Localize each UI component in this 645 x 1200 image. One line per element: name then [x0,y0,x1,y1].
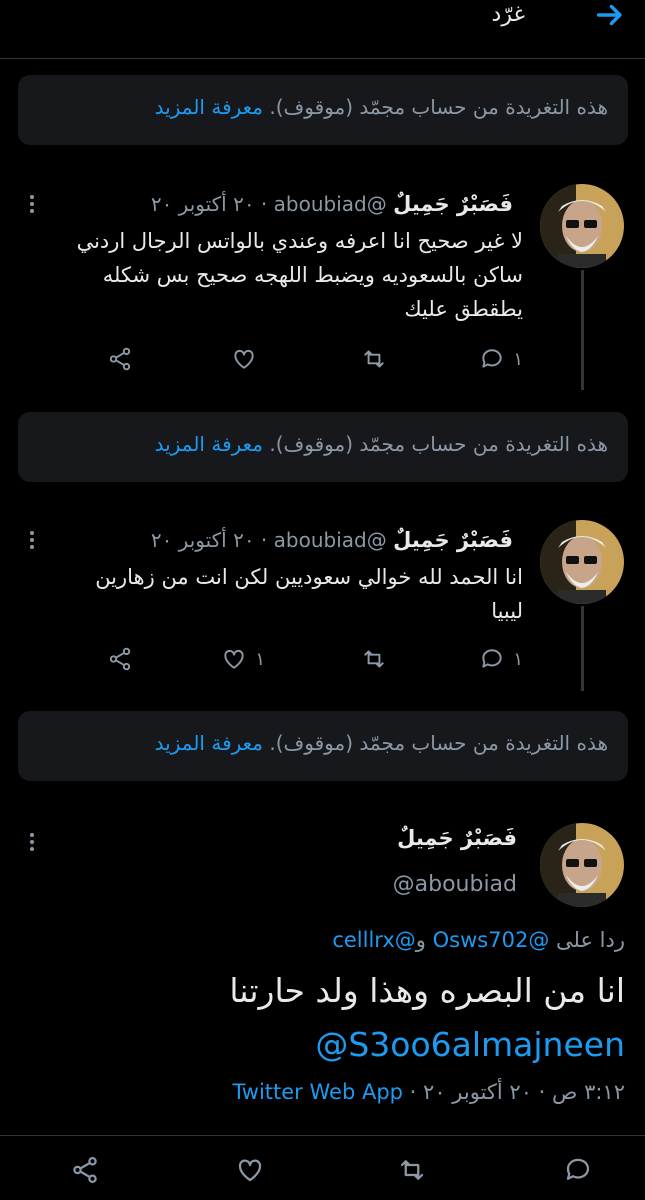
tweet-timestamp: ٣:١٢ ص · ٢٠ أكتوبر ٢٠ · Twitter Web App [232,1080,625,1104]
heart-icon [238,1159,262,1182]
tweet-text: انا الحمد لله خوالي سعوديين لكن انت من ز… [13,560,523,628]
tweet-text: انا من البصره وهذا ولد حارتنا @S3oo6alma… [20,964,625,1072]
retweet-icon [364,350,384,368]
actions-divider [0,1135,645,1136]
reply-count: ١ [513,348,523,370]
header-title: غرّد [491,2,525,27]
reply-tweet[interactable]: فَصَبْرٌ جَمِيلٌ @aboubiad · ٢٠ أكتوبر ٢… [0,498,645,698]
tweet-line: ساكن بالسعوديه ويضبط اللهجه صحيح بس شكله [102,263,523,287]
heart-icon [224,649,244,669]
comment-icon [482,349,502,368]
replying-prefix: ردا على [556,928,625,952]
suspended-notice: هذه التغريدة من حساب مجمّد (موقوف). معرف… [18,75,628,145]
learn-more-link[interactable]: معرفة المزيد [155,731,263,755]
tweet-line: يطقطق عليك [404,297,523,321]
share-icon [109,647,131,671]
heart-icon [234,349,254,369]
avatar[interactable] [540,823,624,907]
tweet-text: لا غير صحيح انا اعرفه وعندي بالواتس الرج… [13,224,523,326]
retweet-button[interactable] [397,1155,427,1185]
display-name[interactable]: فَصَبْرٌ جَمِيلٌ [393,528,513,552]
notice-text: هذه التغريدة من حساب مجمّد (موقوف). [269,731,608,755]
separator-dot: · [409,1080,417,1104]
reply-button[interactable]: ١ [479,346,523,372]
separator-dot: · [260,528,268,552]
share-button[interactable] [107,646,133,672]
header-bar: غرّد [0,0,645,58]
notice-text-wrap: هذه التغريدة من حساب مجمّد (موقوف). معرف… [155,731,608,755]
reply-button[interactable]: ١ [479,646,523,672]
more-icon[interactable] [22,194,42,214]
avatar-image [540,184,624,268]
replying-user[interactable]: @Osws702 [433,928,550,952]
comment-icon [566,1158,590,1180]
handle[interactable]: @aboubiad [274,528,387,552]
separator-dot: · [260,192,268,216]
notice-text: هذه التغريدة من حساب مجمّد (موقوف). [269,95,608,119]
reply-count: ١ [513,648,523,670]
retweet-icon [364,650,384,668]
more-icon[interactable] [22,832,42,852]
header-divider [0,58,645,59]
thread-line [581,270,584,390]
suspended-notice: هذه التغريدة من حساب مجمّد (موقوف). معرف… [18,412,628,482]
tweet-line: لا غير صحيح انا اعرفه وعندي بالواتس الرج… [76,229,523,253]
share-icon [109,347,131,371]
notice-text-wrap: هذه التغريدة من حساب مجمّد (موقوف). معرف… [155,95,608,119]
like-button[interactable]: ١ [221,646,265,672]
learn-more-link[interactable]: معرفة المزيد [155,432,263,456]
main-tweet: فَصَبْرٌ جَمِيلٌ @aboubiad ردا على @Osws… [0,800,645,1200]
arrow-right-icon[interactable] [593,0,627,32]
notice-text-wrap: هذه التغريدة من حساب مجمّد (موقوف). معرف… [155,432,608,456]
avatar[interactable] [540,184,624,268]
tweet-line: انا الحمد لله خوالي سعوديين لكن انت من ز… [95,565,523,589]
replying-user[interactable]: @celllrx [332,928,415,952]
notice-text: هذه التغريدة من حساب مجمّد (موقوف). [269,432,608,456]
reply-tweet[interactable]: فَصَبْرٌ جَمِيلٌ @aboubiad · ٢٠ أكتوبر ٢… [0,162,645,398]
avatar-image [540,520,624,604]
share-icon [73,1157,97,1183]
tweet-line: ليبيا [491,599,523,623]
like-button[interactable] [235,1155,265,1185]
tweet-date[interactable]: ٢٠ أكتوبر ٢٠ [151,192,255,216]
handle[interactable]: @aboubiad [274,192,387,216]
share-button[interactable] [70,1155,100,1185]
learn-more-link[interactable]: معرفة المزيد [155,95,263,119]
timestamp[interactable]: ٣:١٢ ص · ٢٠ أكتوبر ٢٠ [423,1080,625,1104]
replying-to: ردا على @Osws702 و@celllrx [332,928,625,952]
like-count: ١ [255,648,265,670]
share-button[interactable] [107,346,133,372]
mention-link[interactable]: @S3oo6almajneen [20,1018,625,1072]
thread-line [581,606,584,691]
retweet-button[interactable] [361,646,395,672]
tweet-line: انا من البصره وهذا ولد حارتنا [229,971,625,1010]
tweet-meta: فَصَبْرٌ جَمِيلٌ @aboubiad · ٢٠ أكتوبر ٢… [151,192,513,216]
more-icon[interactable] [22,530,42,550]
like-button[interactable] [231,346,265,372]
comment-icon [482,649,502,668]
tweet-date[interactable]: ٢٠ أكتوبر ٢٠ [151,528,255,552]
retweet-button[interactable] [361,346,395,372]
avatar-image [540,823,624,907]
display-name[interactable]: فَصَبْرٌ جَمِيلٌ [393,192,513,216]
avatar[interactable] [540,520,624,604]
source-link[interactable]: Twitter Web App [232,1080,403,1104]
suspended-notice: هذه التغريدة من حساب مجمّد (موقوف). معرف… [18,711,628,781]
retweet-icon [400,1160,424,1180]
tweet-meta: فَصَبْرٌ جَمِيلٌ @aboubiad · ٢٠ أكتوبر ٢… [151,528,513,552]
reply-button[interactable] [563,1155,593,1185]
replying-and: و [415,928,426,952]
display-name[interactable]: فَصَبْرٌ جَمِيلٌ [397,826,517,850]
handle[interactable]: @aboubiad [393,872,517,897]
